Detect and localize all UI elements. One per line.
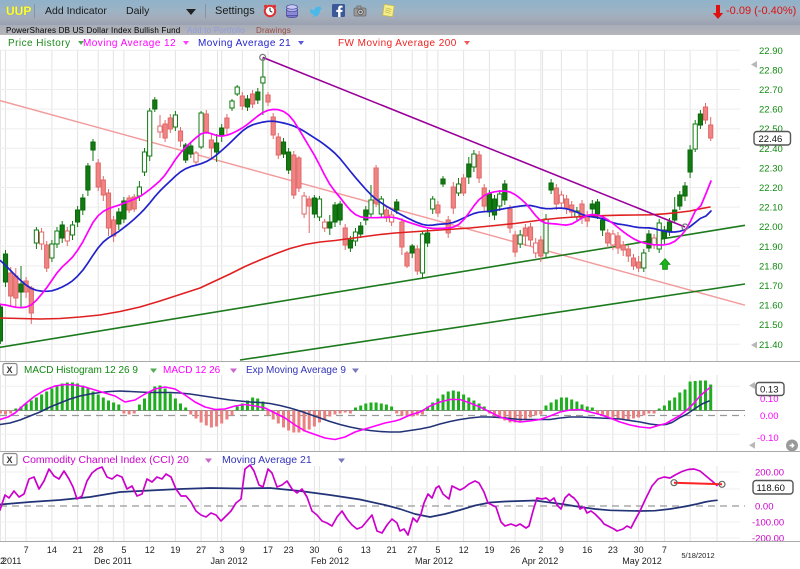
svg-text:2: 2: [0, 556, 5, 566]
svg-text:3: 3: [219, 545, 224, 555]
svg-text:Dec 2011: Dec 2011: [94, 556, 132, 566]
svg-text:7: 7: [662, 545, 667, 555]
svg-text:21.80: 21.80: [759, 261, 783, 272]
svg-text:0.00: 0.00: [755, 502, 774, 513]
svg-text:17: 17: [263, 545, 273, 555]
svg-text:13: 13: [361, 545, 371, 555]
svg-text:28: 28: [93, 545, 103, 555]
svg-text:30: 30: [309, 545, 319, 555]
svg-text:Moving Average 21: Moving Average 21: [222, 454, 312, 466]
svg-text:200.00: 200.00: [755, 468, 784, 479]
svg-text:27: 27: [407, 545, 417, 555]
svg-text:21.60: 21.60: [759, 301, 783, 312]
svg-text:22.00: 22.00: [759, 222, 783, 233]
svg-text:-100.00: -100.00: [752, 518, 784, 529]
svg-text:0.13: 0.13: [760, 385, 779, 396]
svg-text:22.30: 22.30: [759, 163, 783, 174]
svg-text:14: 14: [47, 545, 57, 555]
svg-text:22.70: 22.70: [759, 85, 783, 96]
svg-text:Feb 2012: Feb 2012: [311, 556, 349, 566]
svg-text:Mar 2012: Mar 2012: [415, 556, 453, 566]
svg-text:12: 12: [459, 545, 469, 555]
svg-text:23: 23: [284, 545, 294, 555]
svg-text:Exp Moving Average 9: Exp Moving Average 9: [246, 365, 346, 376]
svg-text:Jan 2012: Jan 2012: [210, 556, 247, 566]
svg-text:9: 9: [559, 545, 564, 555]
svg-text:X: X: [7, 455, 13, 465]
svg-text:22.90: 22.90: [759, 46, 783, 57]
svg-text:22.20: 22.20: [759, 183, 783, 194]
svg-text:22.80: 22.80: [759, 65, 783, 76]
svg-text:22.60: 22.60: [759, 105, 783, 116]
svg-text:27: 27: [196, 545, 206, 555]
svg-text:26: 26: [510, 545, 520, 555]
svg-text:Apr 2012: Apr 2012: [522, 556, 559, 566]
svg-text:21.70: 21.70: [759, 281, 783, 292]
svg-text:22.10: 22.10: [759, 203, 783, 214]
svg-text:7: 7: [24, 545, 29, 555]
svg-text:22.46: 22.46: [759, 134, 783, 145]
svg-text:19: 19: [484, 545, 494, 555]
svg-text:-0.10: -0.10: [757, 433, 779, 444]
svg-text:21.40: 21.40: [759, 340, 783, 351]
svg-text:May 2012: May 2012: [622, 556, 662, 566]
svg-text:Commodity Channel Index (CCI): Commodity Channel Index (CCI) 20: [23, 454, 189, 466]
svg-text:MACD Histogram 12 26 9: MACD Histogram 12 26 9: [24, 365, 138, 376]
svg-text:21.50: 21.50: [759, 320, 783, 331]
svg-text:19: 19: [170, 545, 180, 555]
svg-text:21: 21: [73, 545, 83, 555]
svg-text:21.90: 21.90: [759, 242, 783, 253]
svg-text:16: 16: [582, 545, 592, 555]
svg-text:6: 6: [338, 545, 343, 555]
svg-text:30: 30: [634, 545, 644, 555]
svg-text:5: 5: [435, 545, 440, 555]
svg-text:21: 21: [387, 545, 397, 555]
svg-text:5: 5: [121, 545, 126, 555]
svg-text:X: X: [7, 365, 13, 375]
svg-text:-200.00: -200.00: [752, 534, 784, 545]
svg-text:2: 2: [538, 545, 543, 555]
svg-text:118.60: 118.60: [757, 483, 785, 494]
svg-text:MACD 12 26: MACD 12 26: [163, 365, 221, 376]
svg-text:23: 23: [608, 545, 618, 555]
svg-text:5/18/2012: 5/18/2012: [681, 551, 714, 560]
svg-text:12: 12: [145, 545, 155, 555]
svg-text:0.00: 0.00: [760, 411, 779, 422]
svg-text:9: 9: [240, 545, 245, 555]
